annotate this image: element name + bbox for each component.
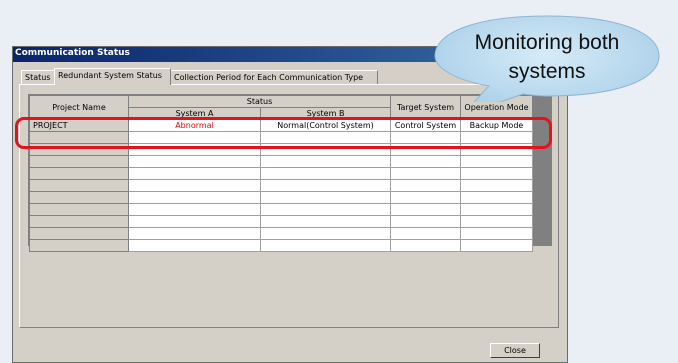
status-table: Project Name Status Target System Operat… <box>29 95 533 252</box>
empty-cell <box>260 179 391 192</box>
empty-cell <box>460 227 533 240</box>
empty-cell <box>460 155 533 168</box>
empty-cell <box>390 227 461 240</box>
empty-cell <box>460 179 533 192</box>
empty-cell <box>460 203 533 216</box>
header-status: Status <box>128 95 391 108</box>
empty-cell <box>390 167 461 180</box>
system-a-cell: Abnormal <box>128 119 261 132</box>
table-row[interactable] <box>29 167 533 180</box>
empty-cell <box>390 203 461 216</box>
system-b-cell: Normal(Control System) <box>260 119 391 132</box>
empty-cell <box>460 131 533 144</box>
empty-cell <box>460 167 533 180</box>
tab-status[interactable]: Status <box>21 70 55 84</box>
operation-mode-cell: Backup Mode <box>460 119 533 132</box>
empty-cell <box>128 239 261 252</box>
empty-cell <box>260 215 391 228</box>
empty-cell <box>260 155 391 168</box>
table-row[interactable] <box>29 203 533 216</box>
empty-cell <box>128 179 261 192</box>
tab-collection-period[interactable]: Collection Period for Each Communication… <box>170 70 378 84</box>
empty-cell <box>460 143 533 156</box>
empty-cell <box>128 215 261 228</box>
empty-cell <box>29 167 129 180</box>
empty-cell <box>260 239 391 252</box>
empty-cell <box>390 215 461 228</box>
empty-cell <box>128 203 261 216</box>
empty-cell <box>128 227 261 240</box>
empty-cell <box>390 239 461 252</box>
header-system-b[interactable]: System B <box>260 107 391 120</box>
project-name-cell: PROJECT <box>29 119 129 132</box>
empty-cell <box>260 191 391 204</box>
table-row[interactable] <box>29 227 533 240</box>
window-title: Communication Status <box>15 48 130 58</box>
empty-cell <box>390 179 461 192</box>
tab-strip: Status Redundant System Status Collectio… <box>19 68 559 85</box>
empty-cell <box>128 191 261 204</box>
empty-cell <box>260 203 391 216</box>
header-target-system[interactable]: Target System <box>390 95 461 120</box>
empty-cell <box>390 191 461 204</box>
title-bar[interactable]: Communication Status <box>13 47 567 62</box>
empty-cell <box>29 143 129 156</box>
empty-cell <box>390 155 461 168</box>
empty-cell <box>29 215 129 228</box>
table-row[interactable] <box>29 239 533 252</box>
header-operation-mode[interactable]: Operation Mode <box>460 95 533 120</box>
empty-cell <box>29 239 129 252</box>
empty-cell <box>29 203 129 216</box>
empty-cell <box>128 155 261 168</box>
communication-status-dialog: Communication Status Status Redundant Sy… <box>12 46 568 363</box>
empty-cell <box>260 227 391 240</box>
tab-panel: Project Name Status Target System Operat… <box>19 84 559 328</box>
empty-cell <box>128 167 261 180</box>
header-system-a[interactable]: System A <box>128 107 261 120</box>
empty-cell <box>29 227 129 240</box>
empty-cell <box>260 131 391 144</box>
table-row[interactable]: PROJECT Abnormal Normal(Control System) … <box>29 119 533 132</box>
empty-cell <box>29 191 129 204</box>
target-system-cell: Control System <box>390 119 461 132</box>
close-button[interactable]: Close <box>490 343 540 358</box>
empty-cell <box>29 131 129 144</box>
table-row[interactable] <box>29 179 533 192</box>
empty-cell <box>260 143 391 156</box>
empty-cell <box>390 131 461 144</box>
empty-cell <box>460 215 533 228</box>
empty-cell <box>390 143 461 156</box>
empty-cell <box>29 155 129 168</box>
empty-cell <box>460 191 533 204</box>
table-row[interactable] <box>29 143 533 156</box>
status-grid: Project Name Status Target System Operat… <box>28 94 552 252</box>
header-project-name[interactable]: Project Name <box>29 95 129 120</box>
table-row[interactable] <box>29 215 533 228</box>
empty-cell <box>128 131 261 144</box>
table-row[interactable] <box>29 191 533 204</box>
tab-redundant-system-status[interactable]: Redundant System Status <box>54 68 171 85</box>
table-row[interactable] <box>29 155 533 168</box>
empty-cell <box>460 239 533 252</box>
table-row[interactable] <box>29 131 533 144</box>
empty-cell <box>260 167 391 180</box>
empty-cell <box>128 143 261 156</box>
empty-cell <box>29 179 129 192</box>
